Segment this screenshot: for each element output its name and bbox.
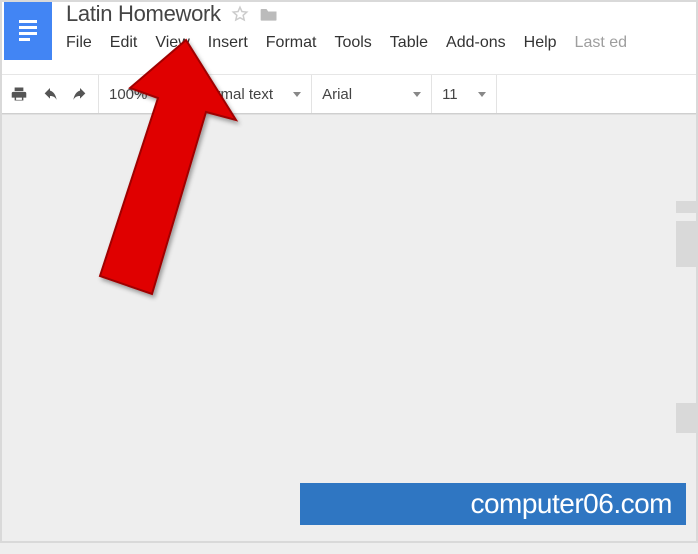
chevron-down-icon <box>293 92 301 97</box>
docs-app-icon[interactable] <box>4 2 52 60</box>
menu-help[interactable]: Help <box>524 34 557 52</box>
font-family-group[interactable]: Arial <box>312 75 432 113</box>
chevron-down-icon <box>478 92 486 97</box>
print-button[interactable] <box>10 86 28 102</box>
font-size-group[interactable]: 11 <box>432 75 497 113</box>
chevron-down-icon <box>167 92 175 97</box>
undo-button[interactable] <box>42 87 58 101</box>
watermark: computer06.com <box>300 483 686 525</box>
menu-format[interactable]: Format <box>266 34 317 52</box>
watermark-text: computer06.com <box>470 488 672 520</box>
toolbar: 100% Normal text Arial 11 <box>0 74 698 114</box>
menu-insert[interactable]: Insert <box>208 34 248 52</box>
side-panel-block <box>676 221 696 267</box>
zoom-value: 100% <box>109 86 147 103</box>
menu-edit[interactable]: Edit <box>110 34 138 52</box>
zoom-group[interactable]: 100% <box>99 75 186 113</box>
title-area: Latin Homework File Edit View Insert For… <box>66 0 627 52</box>
menu-file[interactable]: File <box>66 34 92 52</box>
redo-button[interactable] <box>72 87 88 101</box>
title-row: Latin Homework <box>66 2 627 26</box>
menu-tools[interactable]: Tools <box>334 34 371 52</box>
chevron-down-icon <box>413 92 421 97</box>
menu-table[interactable]: Table <box>390 34 428 52</box>
document-title[interactable]: Latin Homework <box>66 1 221 27</box>
menu-addons[interactable]: Add-ons <box>446 34 506 52</box>
menu-view[interactable]: View <box>155 34 189 52</box>
last-edit-status[interactable]: Last ed <box>575 34 627 52</box>
header: Latin Homework File Edit View Insert For… <box>0 0 698 60</box>
paragraph-style-value: Normal text <box>196 86 273 103</box>
folder-icon[interactable] <box>259 5 279 23</box>
paragraph-style-group[interactable]: Normal text <box>186 75 312 113</box>
menu-bar: File Edit View Insert Format Tools Table… <box>66 34 627 52</box>
tool-group-actions <box>0 75 99 113</box>
font-family-value: Arial <box>322 86 352 103</box>
tool-group-overflow <box>497 75 517 113</box>
star-icon[interactable] <box>231 5 249 23</box>
side-panel-block <box>676 403 696 433</box>
font-size-value: 11 <box>442 86 458 103</box>
side-panel-block <box>676 201 696 213</box>
